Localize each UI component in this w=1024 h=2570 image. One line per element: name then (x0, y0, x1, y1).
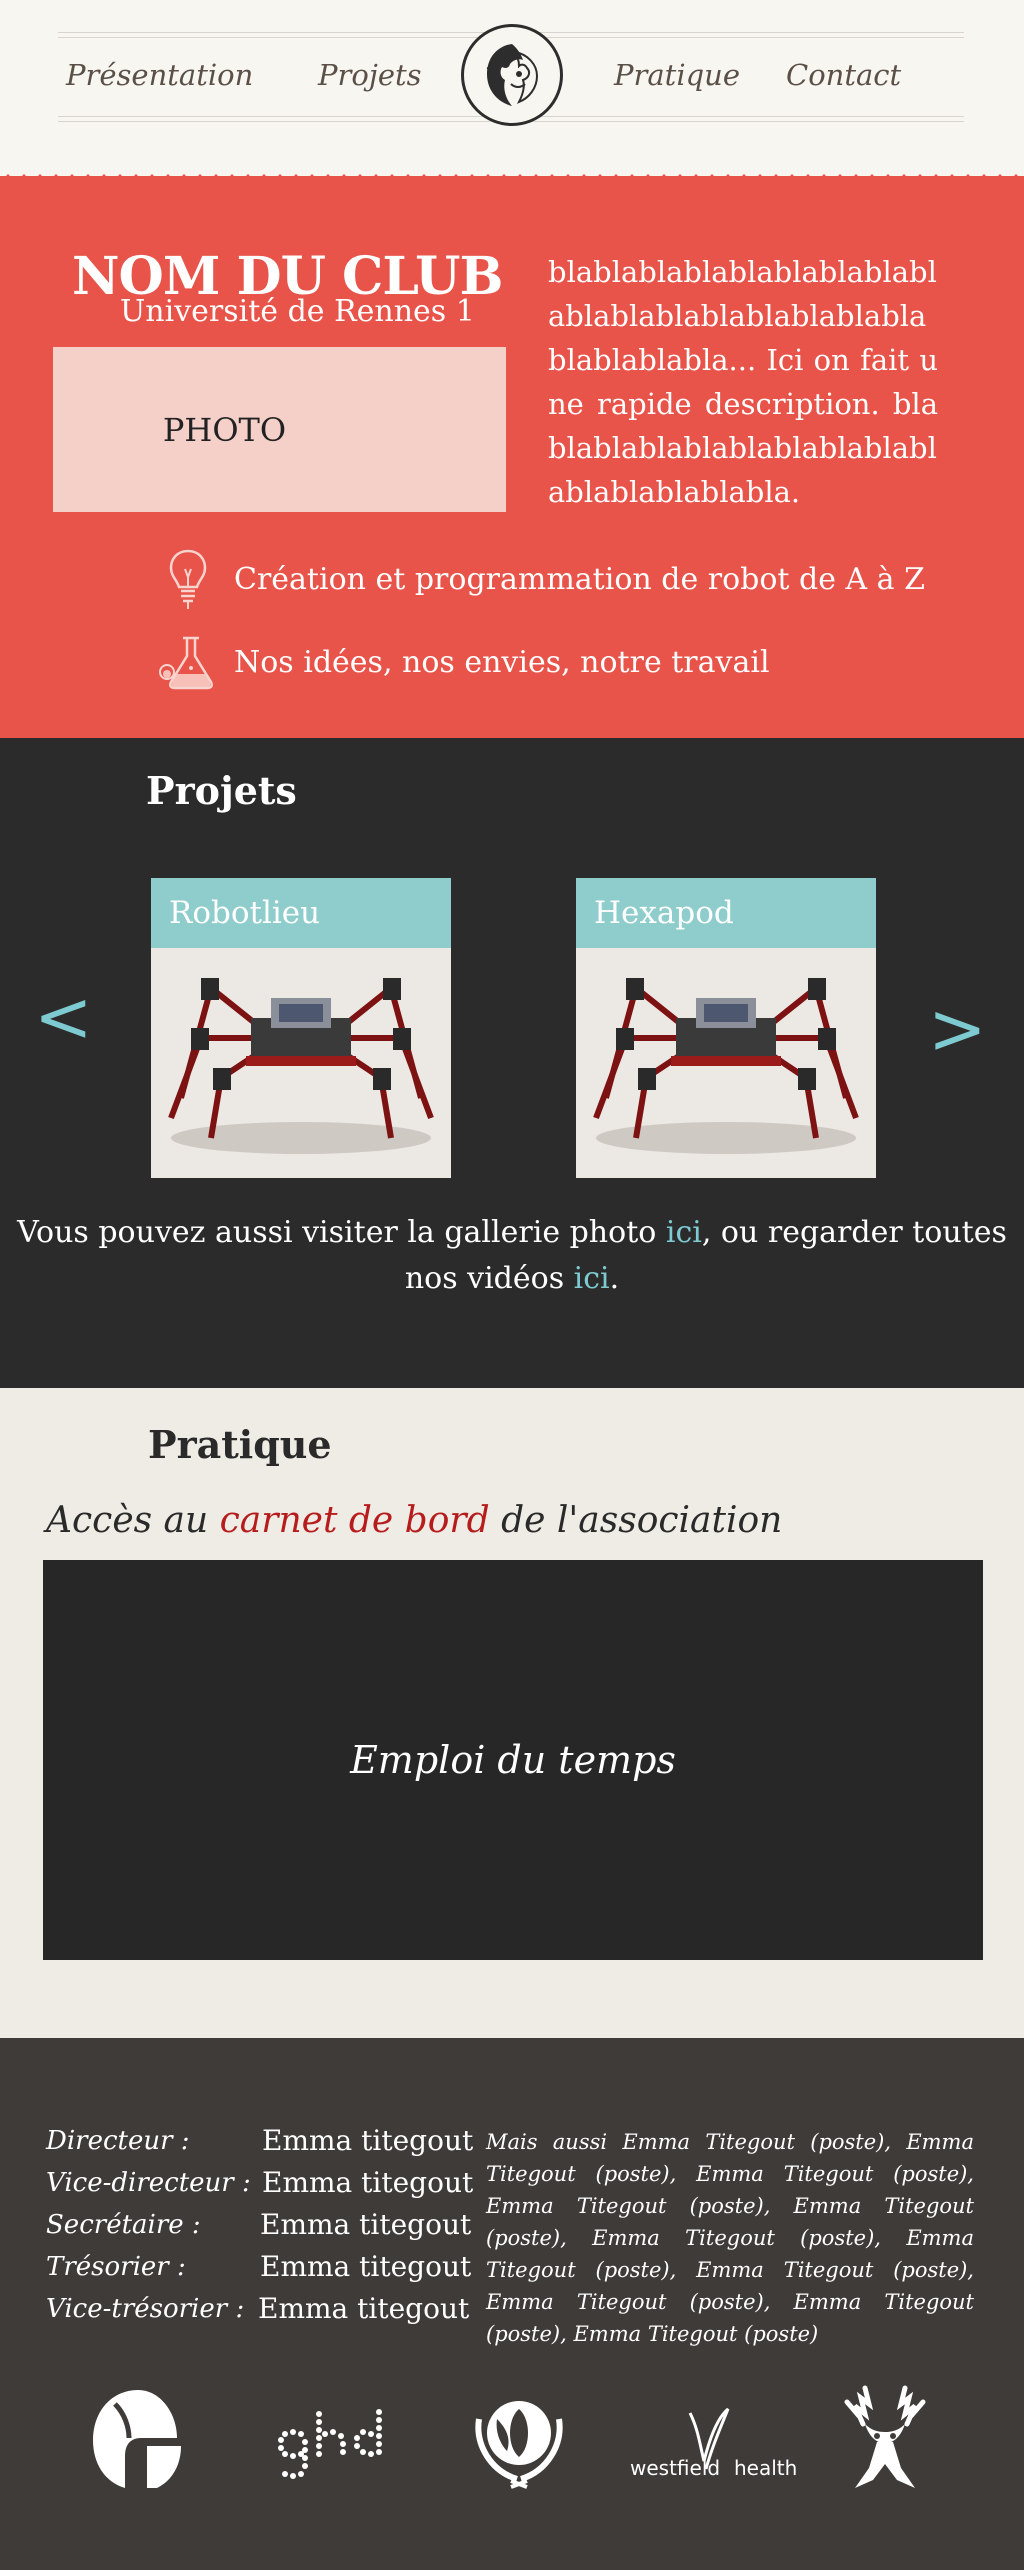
feature-item: Nos idées, nos envies, notre travail (156, 630, 770, 694)
gallery-text: Vous pouvez aussi visiter la gallerie ph… (0, 1210, 1024, 1302)
carnet-suffix: de l'association (489, 1500, 783, 1541)
lion-head-icon (486, 44, 539, 106)
feature-item: Création et programmation de robot de A … (156, 547, 925, 611)
carnet-prefix: Accès au (46, 1500, 220, 1541)
projets-section: Projets < > Robotlieu Hexapod Vous pouve… (0, 738, 1024, 1388)
role-label: Vice-trésorier : (46, 2294, 245, 2324)
carnet-line: Accès au carnet de bord de l'association (46, 1500, 782, 1541)
gallery-text-part: Vous pouvez aussi visiter la gallerie ph… (17, 1215, 666, 1250)
nav-projets[interactable]: Projets (318, 58, 422, 92)
ghd-logo[interactable] (266, 2384, 396, 2494)
site-header: Présentation Projets Pratique Contact (0, 0, 1024, 182)
lightbulb-icon (156, 547, 220, 611)
carnet-de-bord-link[interactable]: carnet de bord (220, 1500, 490, 1541)
un-emblem-logo[interactable] (464, 2384, 574, 2494)
stag-logo[interactable] (832, 2384, 938, 2494)
spartan-helmet-logo[interactable] (80, 2384, 196, 2494)
gallery-link[interactable]: ici (666, 1215, 702, 1250)
member-name: Emma titegout (262, 2166, 474, 2199)
feature-text: Nos idées, nos envies, notre travail (234, 644, 770, 680)
svg-text:westfield: westfield (630, 2456, 720, 2480)
feature-text: Création et programmation de robot de A … (234, 561, 925, 597)
project-card-title: Robotlieu (151, 878, 451, 948)
member-name: Emma titegout (260, 2208, 472, 2241)
videos-link[interactable]: ici (574, 1261, 610, 1296)
project-card[interactable]: Robotlieu (151, 878, 451, 1178)
schedule-label: Emploi du temps (350, 1738, 676, 1782)
member-name: Emma titegout (258, 2292, 470, 2325)
project-card[interactable]: Hexapod (576, 878, 876, 1178)
gallery-text-part: . (609, 1261, 620, 1296)
flask-icon (156, 630, 220, 694)
university-name: Université de Rennes 1 (120, 294, 475, 329)
pratique-title: Pratique (148, 1422, 332, 1467)
role-label: Secrétaire : (46, 2210, 201, 2240)
westfield-health-logo[interactable]: westfield health (628, 2384, 798, 2494)
club-description: blablablablablablablablablablablablablab… (548, 255, 938, 509)
schedule-panel: Emploi du temps (43, 1560, 983, 1960)
photo-label: PHOTO (162, 410, 287, 449)
projets-title: Projets (146, 768, 297, 813)
role-label: Vice-directeur : (46, 2168, 251, 2198)
hexapod-robot-image (576, 948, 876, 1178)
site-footer: Directeur : Emma titegout Vice-directeur… (0, 2038, 1024, 2570)
member-name: Emma titegout (260, 2250, 472, 2283)
nav-presentation[interactable]: Présentation (66, 58, 253, 92)
role-label: Trésorier : (46, 2252, 186, 2282)
hexapod-robot-image (151, 948, 451, 1178)
carousel-next-button[interactable]: > (928, 994, 987, 1064)
hero-section: NOM DU CLUB Université de Rennes 1 PHOTO… (0, 176, 1024, 738)
nav-pratique[interactable]: Pratique (614, 58, 740, 92)
project-card-title: Hexapod (576, 878, 876, 948)
pratique-section: Pratique Accès au carnet de bord de l'as… (0, 1388, 1024, 2038)
other-members-text: Mais aussi Emma Titegout (poste), Emma T… (486, 2130, 974, 2346)
member-name: Emma titegout (262, 2124, 474, 2157)
club-logo[interactable] (461, 24, 563, 126)
svg-text:health: health (734, 2456, 797, 2480)
role-label: Directeur : (46, 2126, 190, 2156)
nav-contact[interactable]: Contact (786, 58, 901, 92)
carousel-prev-button[interactable]: < (34, 982, 93, 1052)
club-photo-placeholder: PHOTO (53, 347, 506, 512)
